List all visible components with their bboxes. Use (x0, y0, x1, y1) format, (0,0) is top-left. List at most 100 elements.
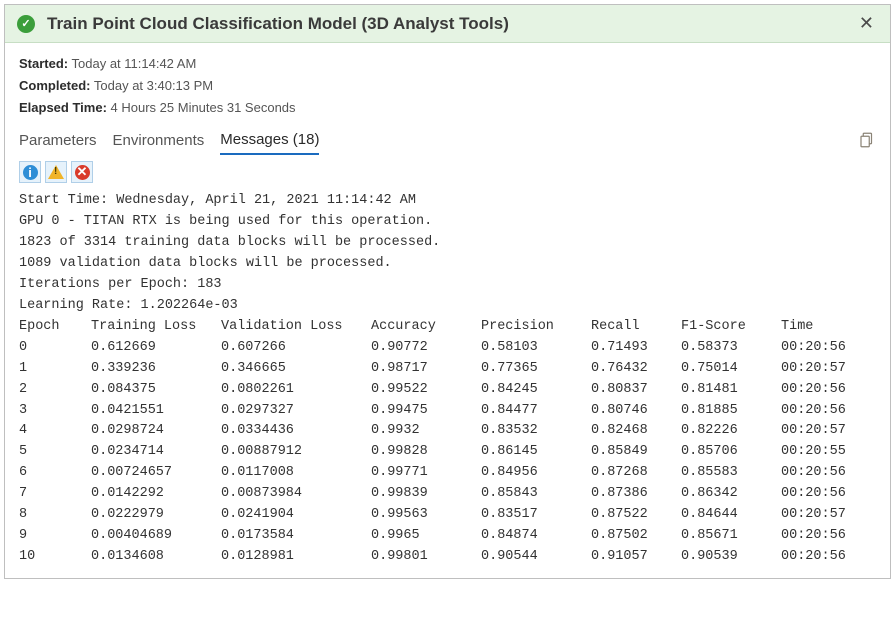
cell: 0.85849 (591, 442, 681, 463)
cell: 00:20:56 (781, 547, 871, 568)
table-row: 00.6126690.6072660.907720.581030.714930.… (19, 338, 876, 359)
cell: 00:20:56 (781, 463, 871, 484)
cell: 2 (19, 380, 91, 401)
col-header: Training Loss (91, 317, 221, 338)
table-row: 60.007246570.01170080.997710.849560.8726… (19, 463, 876, 484)
cell: 00:20:56 (781, 526, 871, 547)
cell: 00:20:56 (781, 380, 871, 401)
cell: 0.346665 (221, 359, 371, 380)
cell: 0.83517 (481, 505, 591, 526)
cell: 0.0334436 (221, 421, 371, 442)
cell: 4 (19, 421, 91, 442)
cell: 0.99475 (371, 401, 481, 422)
cell: 7 (19, 484, 91, 505)
col-header: Time (781, 317, 871, 338)
cell: 0.0298724 (91, 421, 221, 442)
table-row: 10.3392360.3466650.987170.773650.764320.… (19, 359, 876, 380)
col-header: Recall (591, 317, 681, 338)
copy-icon[interactable] (858, 130, 876, 150)
cell: 0.81481 (681, 380, 781, 401)
cell: 0.99839 (371, 484, 481, 505)
cell: 0.85583 (681, 463, 781, 484)
cell: 0.99771 (371, 463, 481, 484)
started-value: Today at 11:14:42 AM (72, 56, 197, 71)
cell: 0.99522 (371, 380, 481, 401)
cell: 0.99563 (371, 505, 481, 526)
cell: 0.87502 (591, 526, 681, 547)
cell: 0.0128981 (221, 547, 371, 568)
cell: 0.87268 (591, 463, 681, 484)
cell: 9 (19, 526, 91, 547)
table-row: 80.02229790.02419040.995630.835170.87522… (19, 505, 876, 526)
completed-value: Today at 3:40:13 PM (94, 78, 213, 93)
cell: 0.87386 (591, 484, 681, 505)
cell: 0.00404689 (91, 526, 221, 547)
cell: 0.80746 (591, 401, 681, 422)
table-row: 100.01346080.01289810.998010.905440.9105… (19, 547, 876, 568)
cell: 3 (19, 401, 91, 422)
cell: 0.90539 (681, 547, 781, 568)
table-row: 20.0843750.08022610.995220.842450.808370… (19, 380, 876, 401)
cell: 0.607266 (221, 338, 371, 359)
cell: 0.71493 (591, 338, 681, 359)
cell: 0.0222979 (91, 505, 221, 526)
cell: 0.0134608 (91, 547, 221, 568)
cell: 0.82468 (591, 421, 681, 442)
tab-messages[interactable]: Messages (18) (220, 125, 319, 155)
elapsed-label: Elapsed Time: (19, 100, 107, 115)
cell: 0.99828 (371, 442, 481, 463)
tab-bar: Parameters Environments Messages (18) (5, 125, 890, 155)
cell: 0.85843 (481, 484, 591, 505)
log-line: Iterations per Epoch: 183 (19, 275, 876, 296)
tab-parameters[interactable]: Parameters (19, 126, 97, 154)
elapsed-value: 4 Hours 25 Minutes 31 Seconds (111, 100, 296, 115)
table-row: 50.02347140.008879120.998280.861450.8584… (19, 442, 876, 463)
success-icon: ✓ (17, 15, 35, 33)
cell: 00:20:56 (781, 401, 871, 422)
cell: 00:20:56 (781, 484, 871, 505)
close-icon[interactable]: ✕ (855, 13, 878, 34)
cell: 00:20:56 (781, 338, 871, 359)
cell: 0.0142292 (91, 484, 221, 505)
table-row: 90.004046890.01735840.99650.848740.87502… (19, 526, 876, 547)
cell: 0.85706 (681, 442, 781, 463)
cell: 0.75014 (681, 359, 781, 380)
error-filter-icon[interactable]: ✕ (71, 161, 93, 183)
tab-environments[interactable]: Environments (113, 126, 205, 154)
cell: 5 (19, 442, 91, 463)
table-row: 40.02987240.03344360.99320.835320.824680… (19, 421, 876, 442)
log-line: Learning Rate: 1.202264e-03 (19, 296, 876, 317)
cell: 0.612669 (91, 338, 221, 359)
warning-filter-icon[interactable] (45, 161, 67, 183)
log-line: 1089 validation data blocks will be proc… (19, 254, 876, 275)
col-header: Precision (481, 317, 591, 338)
tool-title: Train Point Cloud Classification Model (… (47, 14, 855, 34)
cell: 0.77365 (481, 359, 591, 380)
table-header-row: EpochTraining LossValidation LossAccurac… (19, 317, 876, 338)
cell: 0.0297327 (221, 401, 371, 422)
cell: 0.0241904 (221, 505, 371, 526)
message-filter-icons: i ✕ (5, 155, 890, 187)
col-header: F1-Score (681, 317, 781, 338)
cell: 00:20:57 (781, 359, 871, 380)
cell: 0.84477 (481, 401, 591, 422)
table-row: 70.01422920.008739840.998390.858430.8738… (19, 484, 876, 505)
started-label: Started: (19, 56, 68, 71)
cell: 0.90772 (371, 338, 481, 359)
cell: 0.84874 (481, 526, 591, 547)
cell: 0.85671 (681, 526, 781, 547)
cell: 00:20:57 (781, 505, 871, 526)
cell: 00:20:55 (781, 442, 871, 463)
cell: 0.76432 (591, 359, 681, 380)
cell: 0.86342 (681, 484, 781, 505)
cell: 6 (19, 463, 91, 484)
cell: 0.82226 (681, 421, 781, 442)
cell: 0.9965 (371, 526, 481, 547)
cell: 0.9932 (371, 421, 481, 442)
col-header: Accuracy (371, 317, 481, 338)
results-panel: ✓ Train Point Cloud Classification Model… (4, 4, 891, 579)
cell: 0.99801 (371, 547, 481, 568)
cell: 0.084375 (91, 380, 221, 401)
info-filter-icon[interactable]: i (19, 161, 41, 183)
cell: 0.00724657 (91, 463, 221, 484)
